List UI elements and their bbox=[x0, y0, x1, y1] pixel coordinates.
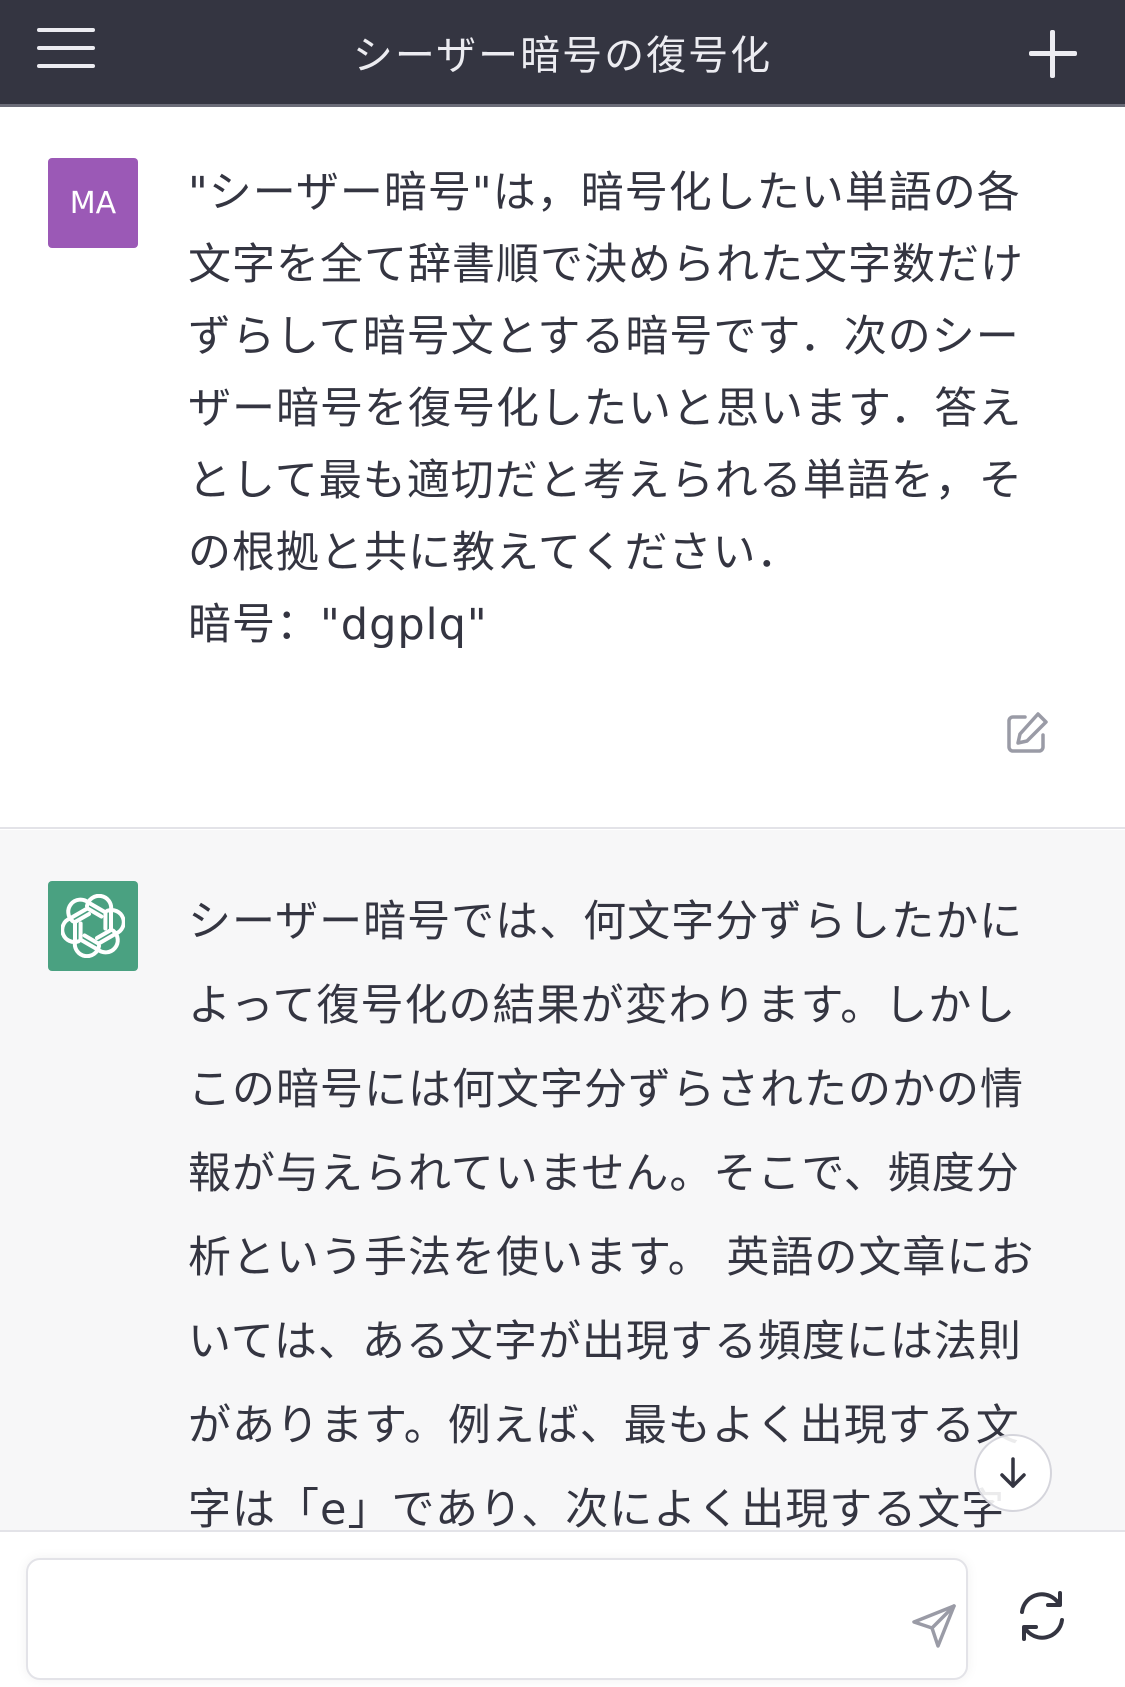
assistant-message-text: シーザー暗号では、何文字分ずらしたかによって復号化の結果が変わります。しかしこの… bbox=[188, 897, 1035, 1535]
openai-logo-icon bbox=[48, 881, 138, 971]
edit-icon[interactable] bbox=[1003, 709, 1051, 757]
user-avatar: MA bbox=[48, 158, 138, 248]
arrow-down-icon[interactable] bbox=[974, 1434, 1052, 1512]
user-avatar-initials: MA bbox=[69, 185, 117, 221]
composer-bar bbox=[0, 1530, 1125, 1687]
user-message: MA "シーザー暗号"は，暗号化したい単語の各文字を全て辞書順で決められた文字数… bbox=[0, 107, 1125, 829]
message-input[interactable] bbox=[48, 1580, 868, 1660]
assistant-message: シーザー暗号では、何文字分ずらしたかによって復号化の結果が変わります。しかしこの… bbox=[0, 830, 1125, 1535]
message-input-box bbox=[26, 1558, 968, 1680]
hamburger-menu-icon[interactable] bbox=[30, 22, 102, 78]
send-icon[interactable] bbox=[908, 1600, 960, 1652]
top-bar: シーザー暗号の復号化 bbox=[0, 0, 1125, 107]
refresh-icon[interactable] bbox=[1014, 1588, 1070, 1644]
user-message-text: "シーザー暗号"は，暗号化したい単語の各文字を全て辞書順で決められた文字数だけず… bbox=[188, 168, 1024, 650]
new-chat-plus-icon[interactable] bbox=[1025, 26, 1081, 82]
chat-app: シーザー暗号の復号化 MA "シーザー暗号"は，暗号化したい単語の各文字を全て辞… bbox=[0, 0, 1125, 1687]
conversation-title: シーザー暗号の復号化 bbox=[352, 33, 773, 79]
